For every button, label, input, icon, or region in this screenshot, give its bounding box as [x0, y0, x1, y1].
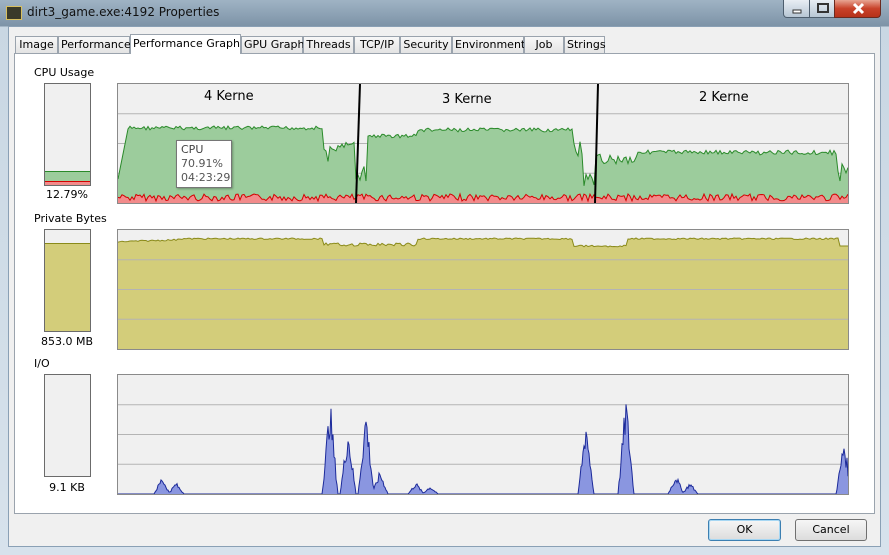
maximize-icon: [817, 3, 829, 13]
ok-button[interactable]: OK: [708, 519, 781, 541]
cpu-usage-value: 12.79%: [46, 188, 88, 201]
cpu-meter: [44, 83, 91, 186]
performance-graph-panel: CPU Usage 12.79% 4 Kerne 3 Kerne 2 Kerne…: [14, 53, 875, 514]
cpu-usage-label: CPU Usage: [34, 66, 95, 79]
segment-label-3-kerne: 3 Kerne: [442, 92, 492, 107]
io-label: I/O: [34, 357, 50, 370]
segment-label-2-kerne: 2 Kerne: [699, 90, 749, 105]
app-icon: [6, 6, 22, 20]
tab-performance[interactable]: Performance: [58, 36, 131, 53]
private-bytes-graph: [117, 229, 849, 350]
title-bar[interactable]: dirt3_game.exe:4192 Properties: [0, 0, 889, 26]
tab-tcpip[interactable]: TCP/IP: [354, 36, 400, 53]
private-bytes-graph-plot: [118, 237, 848, 349]
properties-window: dirt3_game.exe:4192 Properties Image Per…: [0, 0, 889, 555]
tab-security[interactable]: Security: [400, 36, 452, 53]
private-bytes-meter-fill: [45, 243, 90, 331]
close-button[interactable]: [834, 0, 881, 18]
io-value: 9.1 KB: [49, 481, 85, 494]
tooltip-value: 70.91%: [181, 157, 223, 170]
tab-image[interactable]: Image: [15, 36, 58, 53]
window-title: dirt3_game.exe:4192 Properties: [27, 5, 220, 19]
io-series-fill: [118, 404, 848, 494]
cpu-meter-kernel: [45, 181, 90, 185]
tab-performance-graph[interactable]: Performance Graph: [130, 34, 241, 54]
tab-job[interactable]: Job: [524, 36, 564, 53]
io-graph-plot: [118, 404, 848, 494]
private-bytes-meter: [44, 229, 91, 332]
dialog-client: Image Performance Performance Graph GPU …: [8, 26, 881, 547]
private-bytes-series-fill: [118, 238, 848, 349]
cancel-button[interactable]: Cancel: [795, 519, 867, 541]
tab-gpu-graph[interactable]: GPU Graph: [241, 36, 304, 53]
tooltip-title: CPU: [181, 143, 204, 156]
maximize-button[interactable]: [809, 0, 835, 18]
io-graph: [117, 374, 849, 495]
io-meter: [44, 374, 91, 477]
minimize-button[interactable]: [783, 0, 810, 18]
tab-threads[interactable]: Threads: [303, 36, 354, 53]
segment-label-4-kerne: 4 Kerne: [204, 89, 254, 104]
private-bytes-value: 853.0 MB: [40, 335, 94, 348]
io-series-line: [118, 404, 848, 494]
private-bytes-label: Private Bytes: [34, 212, 107, 225]
tab-environment[interactable]: Environment: [452, 36, 525, 53]
close-icon: [852, 2, 865, 15]
cpu-tooltip: CPU 70.91% 04:23:29: [176, 140, 232, 188]
minimize-icon: [792, 9, 802, 14]
tooltip-time: 04:23:29: [181, 171, 231, 184]
tab-strings[interactable]: Strings: [564, 36, 606, 53]
